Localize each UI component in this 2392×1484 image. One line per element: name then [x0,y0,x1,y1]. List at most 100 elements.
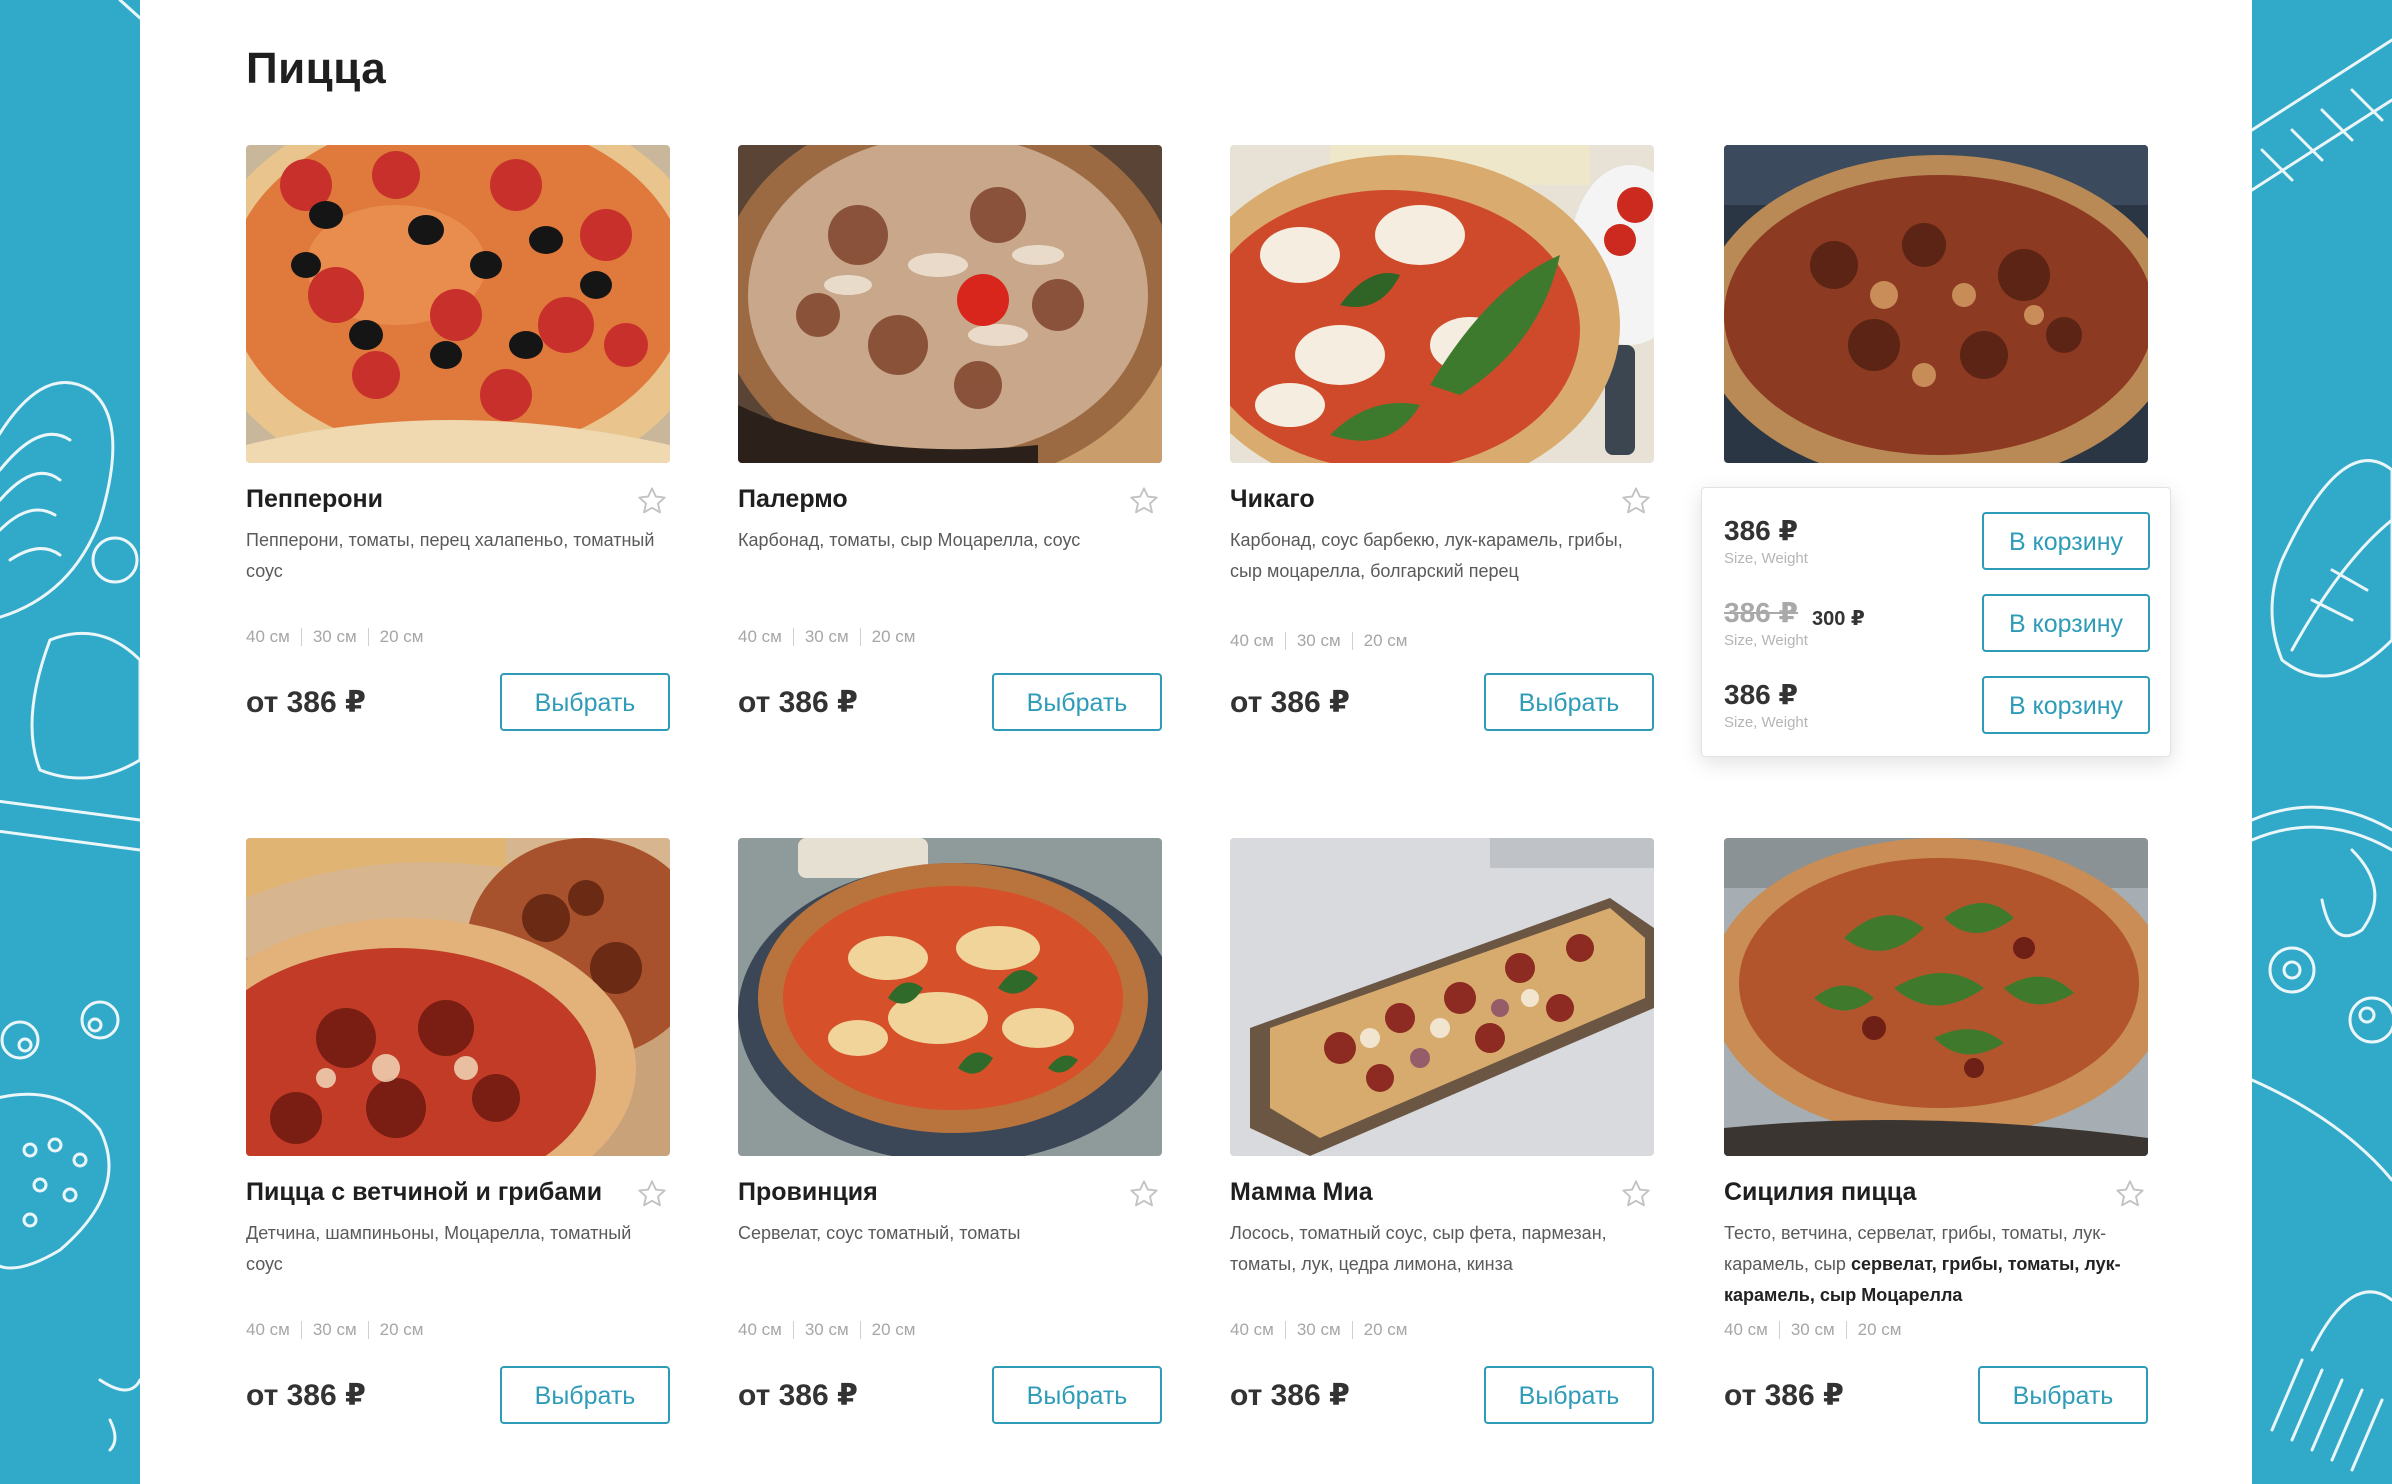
size-option[interactable]: 30 см [313,627,357,647]
product-photo[interactable] [246,838,670,1156]
product-description: Пепперони, томаты, перец халапеньо, тома… [246,530,655,581]
size-option[interactable]: 40 см [738,1320,782,1340]
option-meta: Size, Weight [1724,550,1808,567]
size-divider [367,628,369,646]
size-option[interactable]: 20 см [380,1320,424,1340]
size-option[interactable]: 40 см [738,627,782,647]
product-card-palermo: Палермо Карбонад, томаты, сыр Моцарелла,… [738,145,1162,735]
product-photo[interactable] [1724,145,2148,463]
size-option[interactable]: 30 см [313,1320,357,1340]
star-outline-icon[interactable] [2114,1178,2146,1210]
product-description: Карбонад, соус барбекю, лук-карамель, гр… [1230,530,1623,581]
product-photo[interactable] [1230,145,1654,463]
doodle-pattern-left [0,0,140,1452]
decor-right-panel [2252,0,2392,1484]
popup-option: 386 ₽ 300 ₽ Size, Weight В корзину [1724,594,2150,654]
size-divider [1845,1321,1847,1339]
product-price: от 386 ₽ [738,686,858,719]
star-outline-icon[interactable] [1620,485,1652,517]
size-divider [859,1321,861,1339]
add-to-cart-button[interactable]: В корзину [1982,676,2150,734]
option-new-price: 300 ₽ [1812,608,1865,630]
size-option[interactable]: 30 см [1791,1320,1835,1340]
select-button[interactable]: Выбрать [500,1366,670,1424]
product-description: Сервелат, соус томатный, томаты [738,1223,1021,1243]
size-divider [1778,1321,1780,1339]
product-photo[interactable] [246,145,670,463]
size-option[interactable]: 20 см [380,627,424,647]
size-selector: 40 см 30 см 20 см [738,1320,915,1340]
size-option[interactable]: 40 см [1724,1320,1768,1340]
option-price: 386 ₽ [1724,515,1798,546]
section-title: Пицца [246,44,387,93]
add-to-cart-button[interactable]: В корзину [1982,512,2150,570]
select-button[interactable]: Выбрать [992,673,1162,731]
select-button[interactable]: Выбрать [1484,673,1654,731]
product-name[interactable]: Мамма Миа [1230,1178,1373,1207]
select-button[interactable]: Выбрать [1484,1366,1654,1424]
product-name[interactable]: Пицца с ветчиной и грибами [246,1178,602,1207]
product-name[interactable]: Палермо [738,485,848,514]
product-card-chicago: Чикаго Карбонад, соус барбекю, лук-карам… [1230,145,1654,735]
product-photo[interactable] [1230,838,1654,1156]
star-outline-icon[interactable] [1128,485,1160,517]
product-price: от 386 ₽ [1230,686,1350,719]
star-outline-icon[interactable] [636,1178,668,1210]
select-button[interactable]: Выбрать [500,673,670,731]
product-name[interactable]: Чикаго [1230,485,1315,514]
size-divider [367,1321,369,1339]
product-photo[interactable] [738,838,1162,1156]
product-card-4 [1724,145,2148,463]
size-divider [300,1321,302,1339]
size-option[interactable]: 30 см [1297,631,1341,651]
star-outline-icon[interactable] [636,485,668,517]
size-selector: 40 см 30 см 20 см [1230,1320,1407,1340]
option-old-price: 386 ₽ [1724,597,1798,628]
size-selector: 40 см 30 см 20 см [246,1320,423,1340]
size-divider [1284,1321,1286,1339]
product-photo[interactable] [738,145,1162,463]
add-to-cart-button[interactable]: В корзину [1982,594,2150,652]
product-price: от 386 ₽ [1230,1379,1350,1412]
size-option[interactable]: 40 см [1230,631,1274,651]
size-divider [1284,632,1286,650]
catalog-panel: Пицца Пепперони Пепперони, томаты, перец… [140,0,2252,1484]
product-name[interactable]: Сицилия пицца [1724,1178,1916,1207]
size-option[interactable]: 30 см [805,1320,849,1340]
star-outline-icon[interactable] [1128,1178,1160,1210]
product-description: Детчина, шампиньоны, Моцарелла, томатный… [246,1223,632,1274]
doodle-pattern-right [2252,38,2392,1472]
select-button[interactable]: Выбрать [992,1366,1162,1424]
size-option[interactable]: 20 см [1364,631,1408,651]
popup-option: 386 ₽ Size, Weight В корзину [1724,512,2150,572]
size-option[interactable]: 20 см [1858,1320,1902,1340]
size-option[interactable]: 30 см [1297,1320,1341,1340]
size-option[interactable]: 20 см [872,1320,916,1340]
size-selector: 40 см 30 см 20 см [738,627,915,647]
size-divider [792,1321,794,1339]
product-photo[interactable] [1724,838,2148,1156]
product-description: Карбонад, томаты, сыр Моцарелла, соус [738,530,1081,550]
size-divider [1351,632,1353,650]
product-card-mamma-mia: Мамма Миа Лосось, томатный соус, сыр фет… [1230,838,1654,1428]
size-option[interactable]: 20 см [872,627,916,647]
product-name[interactable]: Провинция [738,1178,878,1207]
size-option[interactable]: 40 см [1230,1320,1274,1340]
product-card-province: Провинция Сервелат, соус томатный, томат… [738,838,1162,1428]
product-name[interactable]: Пепперони [246,485,383,514]
product-price: от 386 ₽ [246,1379,366,1412]
product-price: от 386 ₽ [1724,1379,1844,1412]
select-button[interactable]: Выбрать [1978,1366,2148,1424]
product-description: Лосось, томатный соус, сыр фета, пармеза… [1230,1223,1607,1274]
size-option[interactable]: 40 см [246,1320,290,1340]
popup-option: 386 ₽ Size, Weight В корзину [1724,676,2150,736]
size-divider [300,628,302,646]
size-option[interactable]: 40 см [246,627,290,647]
size-option[interactable]: 30 см [805,627,849,647]
size-selector: 40 см 30 см 20 см [246,627,423,647]
size-option[interactable]: 20 см [1364,1320,1408,1340]
option-price: 386 ₽ [1724,679,1798,710]
size-price-popup: 386 ₽ Size, Weight В корзину 386 ₽ 300 ₽… [1701,487,2171,757]
star-outline-icon[interactable] [1620,1178,1652,1210]
product-price: от 386 ₽ [738,1379,858,1412]
